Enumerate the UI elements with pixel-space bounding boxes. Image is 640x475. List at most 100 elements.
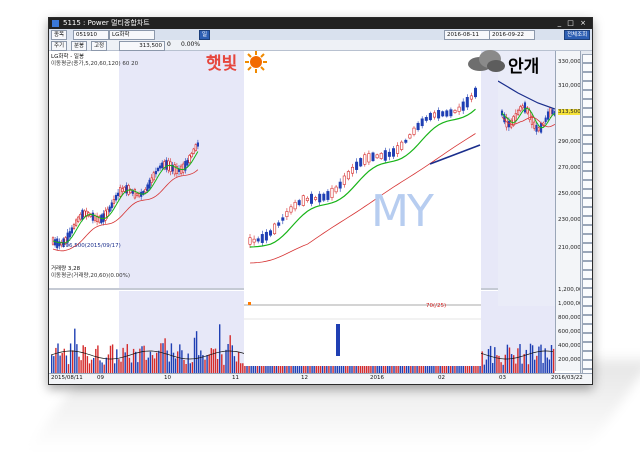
side-tool-button[interactable] bbox=[582, 189, 592, 198]
side-tool-button[interactable] bbox=[582, 144, 592, 153]
candle-body bbox=[359, 158, 363, 167]
candle-body bbox=[338, 181, 342, 189]
price-field: 313,500 bbox=[119, 41, 165, 51]
side-tool-button[interactable] bbox=[582, 81, 592, 90]
query-button[interactable]: 전체조회 bbox=[564, 30, 591, 40]
volume-bar bbox=[195, 331, 198, 373]
volume-bar bbox=[51, 355, 53, 373]
candle-body bbox=[72, 224, 76, 229]
price-tick: 290,000 bbox=[558, 139, 581, 145]
mode-select[interactable]: 종목 bbox=[51, 30, 68, 40]
side-tool-button[interactable] bbox=[582, 306, 592, 315]
candle-body bbox=[110, 202, 113, 209]
window-controls[interactable]: _ □ × bbox=[558, 18, 588, 29]
volume-bar bbox=[206, 355, 208, 373]
candle-body bbox=[104, 210, 107, 221]
volume-bar bbox=[103, 364, 105, 373]
volume-spike bbox=[336, 324, 340, 356]
candle-body bbox=[156, 167, 160, 172]
candle-body bbox=[188, 155, 191, 163]
minute-button[interactable]: 분봉 bbox=[71, 41, 88, 51]
side-tool-button[interactable] bbox=[582, 180, 592, 189]
side-tool-button[interactable] bbox=[582, 333, 592, 342]
candle-body bbox=[165, 159, 168, 170]
side-tool-button[interactable] bbox=[582, 288, 592, 297]
candle-body bbox=[428, 112, 432, 121]
candle-body bbox=[277, 222, 281, 226]
cycle-button[interactable]: 주기 bbox=[51, 41, 68, 51]
candle-body bbox=[252, 238, 256, 243]
side-tool-button[interactable] bbox=[582, 171, 592, 180]
volume-bar bbox=[86, 356, 89, 373]
side-tool-button[interactable] bbox=[582, 261, 592, 270]
candle-body bbox=[112, 199, 115, 204]
volume-bar bbox=[82, 345, 84, 373]
title-bar: 5115 : Power 멀티종합차트 _ □ × bbox=[49, 18, 592, 29]
candle-body bbox=[159, 165, 162, 169]
side-tool-button[interactable] bbox=[582, 135, 592, 144]
side-tool-button[interactable] bbox=[582, 63, 592, 72]
side-tool-button[interactable] bbox=[582, 234, 592, 243]
volume-bar bbox=[80, 360, 82, 373]
side-tool-button[interactable] bbox=[582, 297, 592, 306]
candle-body bbox=[256, 238, 260, 242]
side-tool-button[interactable] bbox=[582, 54, 592, 63]
volume-bar bbox=[494, 347, 496, 373]
volume-bar bbox=[69, 343, 72, 373]
candle-body bbox=[108, 206, 111, 212]
side-tool-button[interactable] bbox=[582, 198, 592, 207]
candle-body bbox=[387, 151, 391, 157]
period-button[interactable]: 일 bbox=[199, 30, 211, 40]
date-from[interactable]: 2016-08-11 bbox=[444, 30, 490, 40]
price-tick: 210,000 bbox=[558, 245, 581, 251]
side-tool-button[interactable] bbox=[582, 117, 592, 126]
candle-body bbox=[355, 161, 359, 170]
side-tool-button[interactable] bbox=[582, 99, 592, 108]
volume-bar bbox=[72, 350, 74, 373]
side-tool-button[interactable] bbox=[582, 279, 592, 288]
side-tool-button[interactable] bbox=[582, 126, 592, 135]
date-axis: 2015/08/11 09 10 11 12 2016 02 03 2016/0… bbox=[49, 373, 592, 384]
side-tool-button[interactable] bbox=[582, 342, 592, 351]
side-tool-button[interactable] bbox=[582, 108, 592, 117]
volume-bar bbox=[153, 358, 156, 373]
side-tool-button[interactable] bbox=[582, 153, 592, 162]
mid-trend-line bbox=[429, 144, 481, 165]
code-input[interactable]: 051910 bbox=[73, 30, 109, 40]
date-to[interactable]: 2016-09-22 bbox=[489, 30, 535, 40]
side-tool-button[interactable] bbox=[582, 207, 592, 216]
volume-bar bbox=[481, 351, 483, 373]
side-tool-button[interactable] bbox=[582, 225, 592, 234]
volume-bar bbox=[135, 351, 137, 373]
volume-bar bbox=[76, 344, 78, 373]
volume-bar bbox=[240, 363, 242, 373]
candle-body bbox=[289, 206, 293, 213]
side-tool-button[interactable] bbox=[582, 252, 592, 261]
watermark-text: MY bbox=[371, 186, 434, 237]
side-tool-button[interactable] bbox=[582, 270, 592, 279]
side-tool-button[interactable] bbox=[582, 72, 592, 81]
volume-bar bbox=[122, 347, 124, 373]
date-tick: 12 bbox=[301, 375, 308, 381]
side-tool-button[interactable] bbox=[582, 315, 592, 324]
side-tool-button[interactable] bbox=[582, 216, 592, 225]
candle-body bbox=[461, 101, 465, 111]
side-tool-button[interactable] bbox=[582, 351, 592, 360]
marker-dot bbox=[248, 302, 251, 305]
side-tool-button[interactable] bbox=[582, 162, 592, 171]
stock-name: LG화학 bbox=[109, 30, 155, 40]
candle-body bbox=[437, 109, 441, 119]
side-tool-button[interactable] bbox=[582, 90, 592, 99]
volume-bar bbox=[183, 359, 185, 373]
candle-body bbox=[281, 217, 285, 221]
fixed-button[interactable]: 고정 bbox=[91, 41, 108, 51]
volume-bar bbox=[523, 354, 525, 373]
side-tool-button[interactable] bbox=[582, 360, 592, 369]
volume-bar bbox=[208, 354, 210, 373]
side-tool-button[interactable] bbox=[582, 324, 592, 333]
candle-body bbox=[424, 117, 428, 121]
volume-bar bbox=[235, 361, 238, 373]
volume-bar bbox=[231, 345, 233, 373]
side-tool-button[interactable] bbox=[582, 243, 592, 252]
volume-bar bbox=[485, 359, 488, 373]
